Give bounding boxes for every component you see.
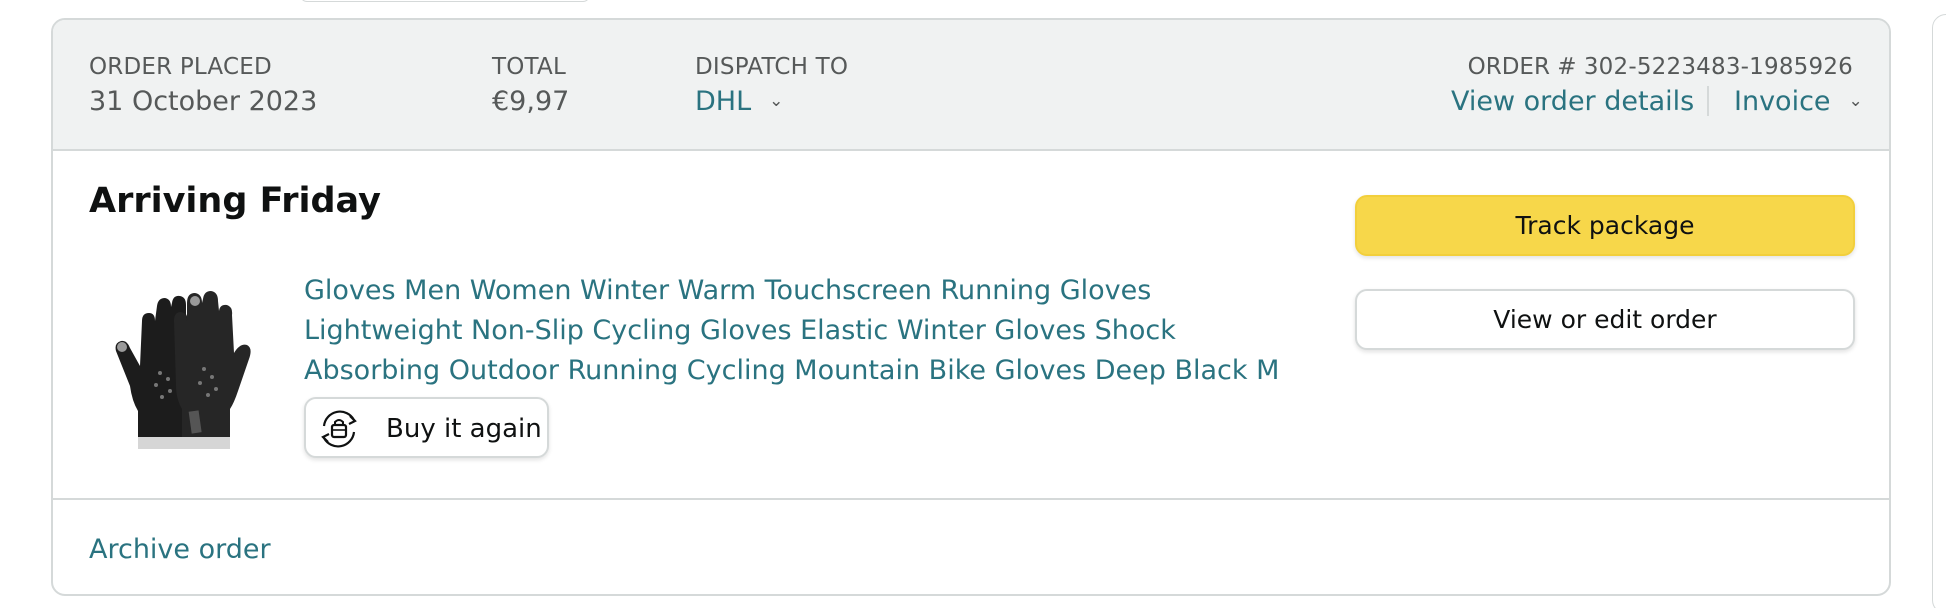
product-title-link[interactable]: Gloves Men Women Winter Warm Touchscreen… bbox=[304, 271, 1284, 391]
delivery-status: Arriving Friday bbox=[89, 181, 381, 221]
order-card: ORDER PLACED 31 October 2023 TOTAL €9,97… bbox=[51, 18, 1891, 596]
product-image[interactable] bbox=[110, 281, 260, 449]
order-number-value: 302-5223483-1985926 bbox=[1583, 54, 1853, 80]
buy-again-label: Buy it again bbox=[386, 414, 542, 444]
order-placed-date: 31 October 2023 bbox=[89, 86, 318, 117]
dispatch-to-value: DHL bbox=[695, 86, 752, 117]
buy-again-icon bbox=[321, 410, 357, 448]
order-footer: Archive order bbox=[53, 498, 1889, 594]
total-label: TOTAL bbox=[492, 54, 566, 80]
order-header: ORDER PLACED 31 October 2023 TOTAL €9,97… bbox=[53, 20, 1889, 151]
order-placed-label: ORDER PLACED bbox=[89, 54, 272, 80]
invoice-dropdown[interactable]: Invoice ⌄ bbox=[1734, 86, 1863, 117]
shipment-section: Arriving Friday Gloves Men Women Winter … bbox=[53, 151, 1889, 498]
previous-card-edge bbox=[300, 0, 590, 2]
total-value: €9,97 bbox=[492, 86, 570, 117]
view-or-edit-order-button[interactable]: View or edit order bbox=[1355, 289, 1855, 350]
order-number: ORDER # 302-5223483-1985926 bbox=[1468, 54, 1853, 80]
archive-order-link[interactable]: Archive order bbox=[89, 534, 271, 565]
view-or-edit-order-label: View or edit order bbox=[1493, 305, 1717, 334]
chevron-down-icon: ⌄ bbox=[1848, 91, 1863, 111]
dispatch-to-label: DISPATCH TO bbox=[695, 54, 849, 80]
buy-again-button[interactable]: Buy it again bbox=[304, 397, 549, 458]
track-package-label: Track package bbox=[1515, 211, 1695, 240]
view-order-details-link[interactable]: View order details bbox=[1451, 86, 1694, 117]
track-package-button[interactable]: Track package bbox=[1355, 195, 1855, 256]
header-divider bbox=[1707, 86, 1709, 116]
chevron-down-icon: ⌄ bbox=[769, 91, 784, 111]
invoice-link: Invoice bbox=[1734, 86, 1831, 117]
side-card-edge bbox=[1932, 14, 1946, 608]
dispatch-to-dropdown[interactable]: DHL ⌄ bbox=[695, 86, 783, 117]
order-number-label: ORDER # bbox=[1467, 54, 1577, 80]
